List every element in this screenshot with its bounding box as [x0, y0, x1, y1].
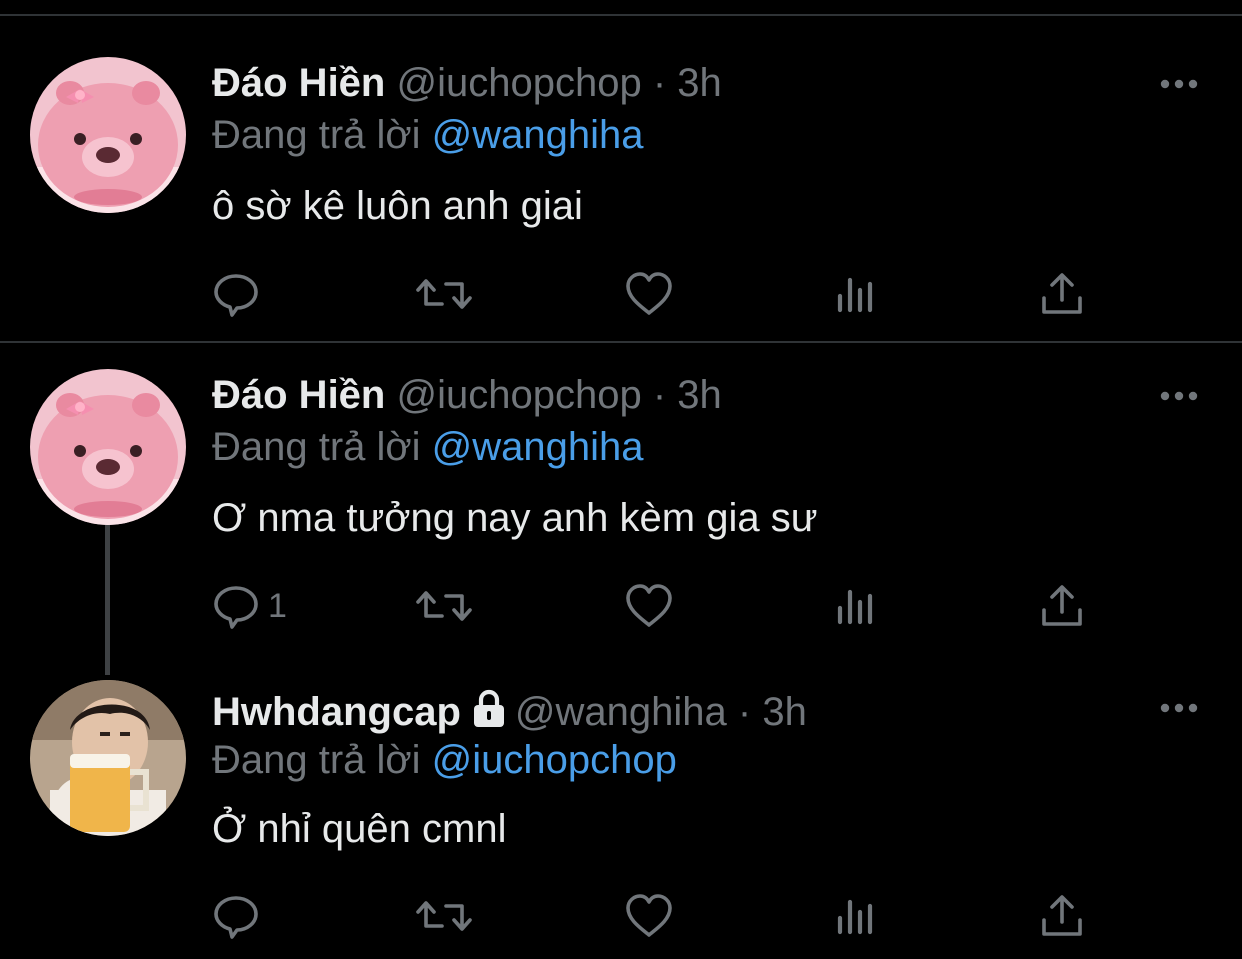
avatar[interactable]	[30, 680, 186, 836]
like-button[interactable]	[624, 582, 674, 630]
username[interactable]: @iuchopchop	[396, 61, 641, 105]
tweet-3[interactable]: Hwhdangcap @wanghiha · 3h Đang trả lời @i…	[0, 653, 1242, 959]
tweet-header: Hwhdangcap @wanghiha · 3h	[212, 688, 807, 736]
separator: ·	[652, 61, 667, 105]
reply-icon	[214, 586, 258, 629]
tweet-text: ô sờ kê luôn anh giai	[212, 184, 583, 228]
retweet-button[interactable]	[414, 892, 474, 940]
like-button[interactable]	[624, 270, 674, 318]
views-button[interactable]	[836, 892, 876, 940]
share-button[interactable]	[1040, 892, 1084, 940]
views-button[interactable]	[836, 582, 876, 630]
more-icon[interactable]	[1158, 386, 1202, 406]
separator: ·	[652, 373, 667, 417]
replying-to: Đang trả lời @iuchopchop	[212, 736, 677, 784]
share-icon	[1042, 273, 1082, 314]
tweet-text: Ở nhỉ quên cmnl	[212, 807, 507, 851]
lock-icon	[473, 689, 504, 727]
action-bar	[212, 270, 1092, 318]
share-button[interactable]	[1040, 270, 1084, 318]
views-icon	[837, 589, 873, 625]
views-button[interactable]	[836, 270, 876, 318]
retweet-button[interactable]	[414, 582, 474, 630]
timestamp[interactable]: 3h	[762, 690, 807, 734]
views-icon	[837, 277, 873, 313]
like-icon	[626, 584, 672, 627]
reply-icon	[214, 274, 258, 317]
like-icon	[626, 894, 672, 937]
tweet-1[interactable]: Đáo Hiền @iuchopchop · 3h Đang trả lời @…	[0, 0, 1242, 340]
share-icon	[1042, 895, 1082, 936]
reply-button[interactable]: 1	[212, 582, 287, 630]
display-name[interactable]: Đáo Hiền	[212, 373, 385, 417]
tweet-header: Đáo Hiền @iuchopchop · 3h	[212, 59, 722, 107]
tweet-text: Ơ nma tưởng nay anh kèm gia sư	[212, 496, 818, 540]
like-button[interactable]	[624, 892, 674, 940]
action-bar: 1	[212, 582, 1092, 630]
avatar[interactable]	[30, 369, 186, 525]
reply-button[interactable]	[212, 892, 268, 940]
reply-count: 1	[268, 586, 287, 625]
replying-to-label: Đang trả lời	[212, 113, 421, 157]
replying-to-mention[interactable]: @iuchopchop	[432, 738, 677, 782]
replying-to-label: Đang trả lời	[212, 425, 421, 469]
avatar[interactable]	[30, 57, 186, 213]
more-icon[interactable]	[1158, 698, 1202, 718]
reply-button[interactable]	[212, 270, 268, 318]
pink-beaver-avatar	[30, 369, 186, 525]
replying-to-mention[interactable]: @wanghiha	[432, 113, 644, 157]
tweet-2[interactable]: Đáo Hiền @iuchopchop · 3h Đang trả lời @…	[0, 343, 1242, 675]
share-icon	[1042, 585, 1082, 626]
retweet-button[interactable]	[414, 270, 474, 318]
display-name[interactable]: Hwhdangcap	[212, 690, 461, 734]
timestamp[interactable]: 3h	[677, 373, 722, 417]
replying-to-label: Đang trả lời	[212, 738, 421, 782]
retweet-icon	[416, 279, 472, 309]
action-bar	[212, 892, 1092, 940]
replying-to: Đang trả lời @wanghiha	[212, 111, 644, 159]
tweet-header: Đáo Hiền @iuchopchop · 3h	[212, 371, 722, 419]
username[interactable]: @wanghiha	[515, 690, 727, 734]
replying-to-mention[interactable]: @wanghiha	[432, 425, 644, 469]
username[interactable]: @iuchopchop	[396, 373, 641, 417]
pink-beaver-avatar	[30, 57, 186, 213]
separator: ·	[737, 690, 752, 734]
share-button[interactable]	[1040, 582, 1084, 630]
more-icon[interactable]	[1158, 74, 1202, 94]
man-with-beer-avatar	[30, 680, 186, 836]
retweet-icon	[416, 901, 472, 931]
reply-icon	[214, 896, 258, 939]
like-icon	[626, 272, 672, 315]
replying-to: Đang trả lời @wanghiha	[212, 423, 644, 471]
timestamp[interactable]: 3h	[677, 61, 722, 105]
retweet-icon	[416, 591, 472, 621]
display-name[interactable]: Đáo Hiền	[212, 61, 385, 105]
views-icon	[837, 899, 873, 935]
